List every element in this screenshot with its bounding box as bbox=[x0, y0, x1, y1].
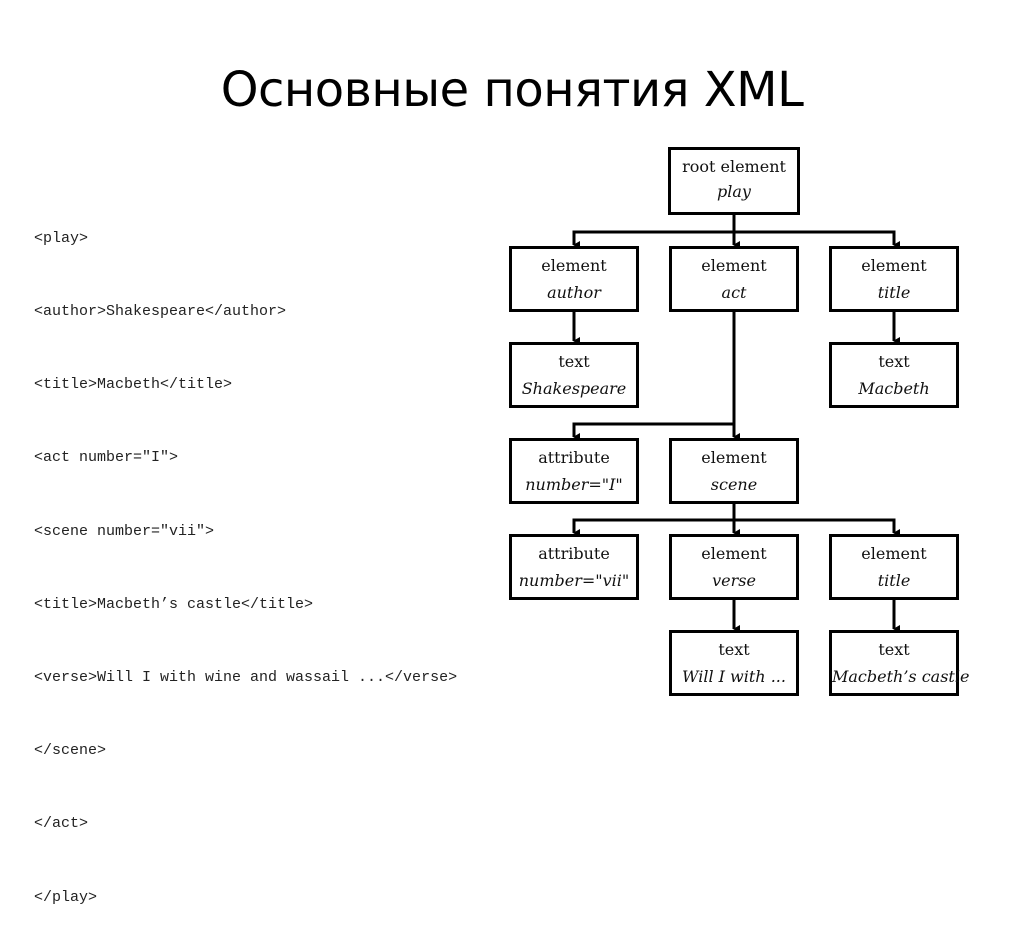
node-value: number="vii" bbox=[518, 571, 630, 590]
node-value: Will I with ... bbox=[682, 667, 786, 686]
node-element-author: element author bbox=[509, 246, 639, 312]
node-element-verse: element verse bbox=[669, 534, 799, 600]
node-attribute-scene-number: attribute number="vii" bbox=[509, 534, 639, 600]
node-kind: text bbox=[878, 640, 910, 659]
node-kind: element bbox=[701, 448, 767, 467]
node-value: title bbox=[877, 283, 911, 302]
node-attribute-act-number: attribute number="I" bbox=[509, 438, 639, 504]
node-element-scene-title: element title bbox=[829, 534, 959, 600]
code-line: </act> bbox=[34, 815, 89, 833]
node-element-title: element title bbox=[829, 246, 959, 312]
node-kind: attribute bbox=[538, 544, 610, 563]
node-value: Shakespeare bbox=[521, 379, 627, 398]
node-value: scene bbox=[710, 475, 758, 494]
node-kind: text bbox=[878, 352, 910, 371]
node-kind: element bbox=[861, 544, 927, 563]
node-text-shakespeare: text Shakespeare bbox=[509, 342, 639, 408]
node-value: play bbox=[717, 182, 751, 201]
node-text-verse: text Will I with ... bbox=[669, 630, 799, 696]
node-kind: element bbox=[701, 544, 767, 563]
node-value: author bbox=[547, 283, 601, 302]
node-kind: attribute bbox=[538, 448, 610, 467]
node-kind: text bbox=[558, 352, 590, 371]
node-kind: text bbox=[718, 640, 750, 659]
code-line: </play> bbox=[34, 888, 98, 906]
node-kind: element bbox=[861, 256, 927, 275]
node-value: Macbeth bbox=[858, 379, 930, 398]
node-text-macbeth: text Macbeth bbox=[829, 342, 959, 408]
node-value: number="I" bbox=[525, 475, 623, 494]
node-element-act: element act bbox=[669, 246, 799, 312]
node-kind: root element bbox=[682, 157, 786, 176]
node-value: verse bbox=[712, 571, 756, 590]
node-text-castle: text Macbeth’s castle bbox=[829, 630, 970, 696]
node-kind: element bbox=[701, 256, 767, 275]
node-value: Macbeth’s castle bbox=[832, 667, 970, 686]
node-root-element: root element play bbox=[668, 147, 800, 215]
node-value: title bbox=[877, 571, 911, 590]
node-value: act bbox=[721, 283, 747, 302]
node-kind: element bbox=[541, 256, 607, 275]
node-element-scene: element scene bbox=[669, 438, 799, 504]
